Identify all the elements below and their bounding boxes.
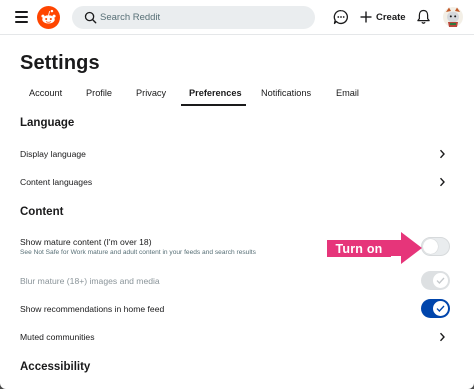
active-tab-indicator: [181, 104, 246, 106]
section-title-content: Content: [20, 206, 64, 218]
chat-icon[interactable]: [333, 9, 349, 25]
blur-mature-media-toggle[interactable]: [421, 271, 450, 290]
user-avatar[interactable]: [443, 6, 463, 28]
muted-communities-label: Muted communities: [20, 332, 95, 342]
search-bar[interactable]: [72, 6, 315, 29]
checkmark-icon: [436, 277, 445, 284]
content-languages-label: Content languages: [20, 177, 93, 187]
reddit-settings-window: Create Settings Account Profile Privacy …: [0, 0, 474, 389]
show-mature-content-toggle[interactable]: [421, 237, 450, 256]
search-icon: [84, 11, 97, 24]
arrow-right-icon: [389, 232, 422, 264]
chevron-right-icon[interactable]: [438, 149, 446, 159]
checkmark-icon: [436, 305, 445, 312]
section-title-accessibility: Accessibility: [20, 361, 91, 373]
show-recommendations-label: Show recommendations in home feed: [20, 304, 165, 314]
create-button[interactable]: Create: [356, 7, 410, 27]
tab-email[interactable]: Email: [336, 88, 359, 98]
page-title: Settings: [20, 52, 100, 74]
hamburger-menu-icon[interactable]: [15, 11, 28, 23]
annotation-label: Turn on: [327, 240, 391, 257]
create-button-label: Create: [376, 11, 406, 23]
notifications-bell-icon[interactable]: [416, 9, 431, 25]
search-input[interactable]: [100, 6, 305, 29]
show-mature-content-label: Show mature content (I'm over 18): [20, 237, 152, 247]
show-mature-content-description: See Not Safe for Work mature and adult c…: [20, 249, 256, 256]
toggle-knob: [433, 273, 448, 288]
reddit-logo-icon[interactable]: [37, 6, 60, 29]
plus-icon: [360, 11, 372, 23]
blur-mature-media-label: Blur mature (18+) images and media: [20, 276, 160, 286]
toggle-knob: [423, 239, 438, 254]
chevron-right-icon[interactable]: [438, 332, 446, 342]
tab-notifications[interactable]: Notifications: [261, 88, 311, 98]
show-recommendations-toggle[interactable]: [421, 299, 450, 318]
tab-preferences[interactable]: Preferences: [189, 88, 242, 98]
tab-account[interactable]: Account: [29, 88, 62, 98]
display-language-label: Display language: [20, 149, 86, 159]
toggle-knob: [433, 301, 448, 316]
tab-privacy[interactable]: Privacy: [136, 88, 166, 98]
chevron-right-icon[interactable]: [438, 177, 446, 187]
top-navigation-bar: Create: [0, 0, 474, 35]
turn-on-annotation: Turn on: [327, 231, 422, 265]
section-title-language: Language: [20, 117, 75, 129]
tab-profile[interactable]: Profile: [86, 88, 112, 98]
